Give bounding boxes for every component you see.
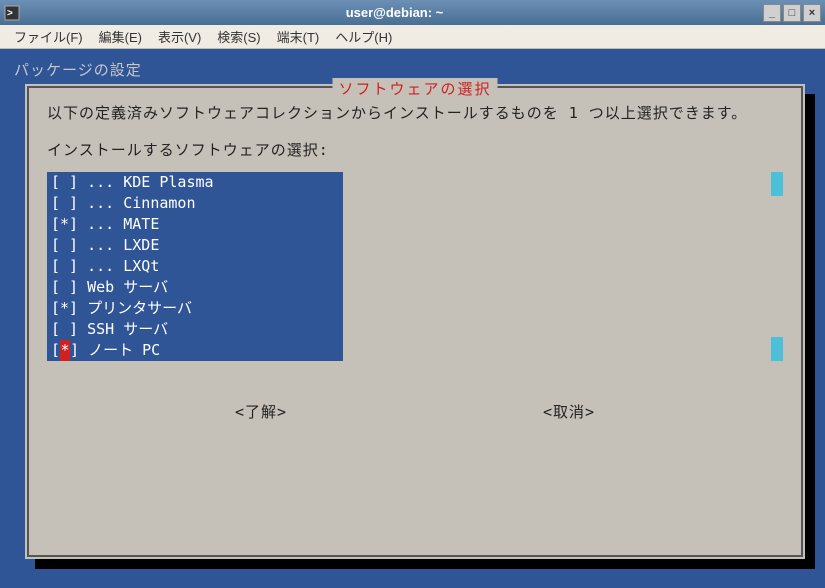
window-titlebar: > user@debian: ~ _ □ × bbox=[0, 0, 825, 25]
dialog-content: ソフトウェアの選択 以下の定義済みソフトウェアコレクションからインストールするも… bbox=[27, 86, 803, 557]
tasksel-dialog: ソフトウェアの選択 以下の定義済みソフトウェアコレクションからインストールするも… bbox=[25, 84, 805, 559]
list-item[interactable]: [*] プリンタサーバ bbox=[47, 298, 343, 319]
terminal-icon: > bbox=[4, 5, 20, 21]
scrollbar-thumb-bottom bbox=[771, 337, 783, 361]
terminal-area: パッケージの設定 ソフトウェアの選択 以下の定義済みソフトウェアコレクションから… bbox=[0, 49, 825, 588]
list-item[interactable]: [ ] ... Cinnamon bbox=[47, 193, 343, 214]
svg-text:>: > bbox=[7, 8, 13, 19]
scrollbar[interactable] bbox=[771, 172, 783, 361]
maximize-button[interactable]: □ bbox=[783, 4, 801, 22]
instruction-text: 以下の定義済みソフトウェアコレクションからインストールするものを 1 つ以上選択… bbox=[47, 102, 783, 125]
menu-file[interactable]: ファイル(F) bbox=[6, 24, 91, 49]
menu-edit[interactable]: 編集(E) bbox=[91, 24, 150, 49]
list-item[interactable]: [*] ... MATE bbox=[47, 214, 343, 235]
minimize-button[interactable]: _ bbox=[763, 4, 781, 22]
button-row: <了解> <取消> bbox=[47, 401, 783, 422]
list-item[interactable]: [*] ノート PC bbox=[47, 340, 343, 361]
list-item[interactable]: [ ] ... LXQt bbox=[47, 256, 343, 277]
software-list[interactable]: [ ] ... KDE Plasma[ ] ... Cinnamon[*] ..… bbox=[47, 172, 343, 361]
list-item[interactable]: [ ] ... KDE Plasma bbox=[47, 172, 343, 193]
menu-terminal[interactable]: 端末(T) bbox=[269, 24, 328, 49]
ok-button[interactable]: <了解> bbox=[235, 401, 287, 422]
dialog-title: ソフトウェアの選択 bbox=[332, 78, 497, 99]
cursor: * bbox=[60, 340, 70, 361]
menu-help[interactable]: ヘルプ(H) bbox=[327, 24, 400, 49]
menu-search[interactable]: 検索(S) bbox=[209, 24, 268, 49]
list-item[interactable]: [ ] SSH サーバ bbox=[47, 319, 343, 340]
close-button[interactable]: × bbox=[803, 4, 821, 22]
list-item[interactable]: [ ] Web サーバ bbox=[47, 277, 343, 298]
cancel-button[interactable]: <取消> bbox=[543, 401, 595, 422]
dialog-wrapper: ソフトウェアの選択 以下の定義済みソフトウェアコレクションからインストールするも… bbox=[25, 84, 805, 559]
window-controls: _ □ × bbox=[763, 4, 821, 22]
scrollbar-thumb-top bbox=[771, 172, 783, 196]
menu-view[interactable]: 表示(V) bbox=[150, 24, 209, 49]
menubar: ファイル(F) 編集(E) 表示(V) 検索(S) 端末(T) ヘルプ(H) bbox=[0, 25, 825, 49]
window-title: user@debian: ~ bbox=[26, 5, 763, 20]
list-item[interactable]: [ ] ... LXDE bbox=[47, 235, 343, 256]
prompt-text: インストールするソフトウェアの選択: bbox=[47, 139, 783, 160]
